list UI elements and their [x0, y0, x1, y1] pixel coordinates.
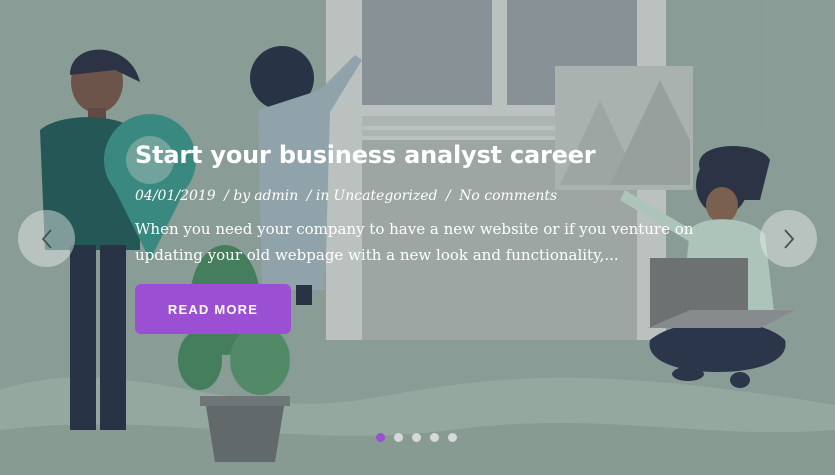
- slider-pagination: [376, 433, 457, 442]
- slide-content: Start your business analyst career 04/01…: [135, 138, 695, 334]
- comments-prefix: /: [445, 188, 451, 204]
- slide-excerpt: When you need your company to have a new…: [135, 220, 694, 264]
- prev-slide-button[interactable]: [18, 210, 75, 267]
- category-prefix: / in: [306, 188, 330, 204]
- slide-title[interactable]: Start your business analyst career: [135, 138, 695, 172]
- post-category[interactable]: Uncategorized: [333, 188, 437, 204]
- pagination-dot[interactable]: [448, 433, 457, 442]
- hero-slider: Start your business analyst career 04/01…: [0, 0, 835, 475]
- pagination-dot[interactable]: [376, 433, 385, 442]
- pagination-dot[interactable]: [412, 433, 421, 442]
- post-date[interactable]: 04/01/2019: [135, 188, 216, 204]
- pagination-dot[interactable]: [430, 433, 439, 442]
- author-prefix: / by: [224, 188, 251, 204]
- chevron-right-icon: [783, 228, 794, 249]
- post-comments[interactable]: No comments: [459, 188, 557, 204]
- pagination-dot[interactable]: [394, 433, 403, 442]
- chevron-left-icon: [41, 228, 52, 249]
- next-slide-button[interactable]: [760, 210, 817, 267]
- post-author[interactable]: admin: [254, 188, 298, 204]
- read-more-button[interactable]: READ MORE: [135, 284, 291, 334]
- post-meta: 04/01/2019 / by admin / in Uncategorized /…: [135, 186, 695, 206]
